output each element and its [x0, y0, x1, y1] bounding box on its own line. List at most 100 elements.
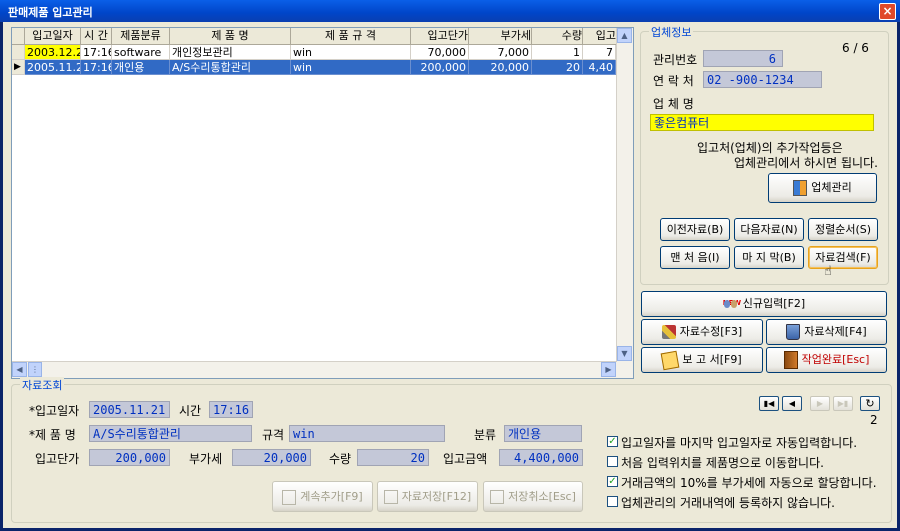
note-line-2: 업체관리에서 하시면 됩니다. — [734, 156, 878, 170]
edit-record-label: 자료수정[F3] — [679, 325, 743, 338]
first-record-button[interactable]: 맨 처 음(I) — [660, 246, 730, 269]
prev-record-icon[interactable]: ◀ — [782, 396, 802, 411]
detail-group-label: 자료조회 — [20, 377, 65, 393]
delete-record-label: 자료삭제[F4] — [804, 325, 867, 338]
cell-vat[interactable]: 7,000 — [469, 45, 532, 60]
cell-category[interactable]: software — [112, 45, 170, 60]
add-list-icon — [282, 489, 297, 505]
date-field[interactable]: 2005.11.21 — [89, 401, 170, 418]
record-counter: 6 / 6 — [842, 41, 869, 55]
cell-spec[interactable]: win — [291, 45, 411, 60]
amount-field[interactable]: 4,400,000 — [499, 449, 583, 466]
vendor-group-label: 업체정보 — [649, 24, 694, 40]
prev-record-button[interactable]: 이전자료(B) — [660, 218, 730, 241]
close-button[interactable]: × — [879, 3, 896, 20]
cell-category[interactable]: 개인용 — [112, 60, 170, 75]
cell-product[interactable]: A/S수리통합관리 — [170, 60, 291, 75]
vat-label: 부가세 — [189, 452, 223, 466]
vendor-manage-label: 업체관리 — [811, 181, 852, 194]
next-record-button[interactable]: 다음자료(N) — [734, 218, 804, 241]
scroll-left-icon[interactable]: ◀ — [12, 362, 27, 377]
next-record-icon[interactable]: ▶ — [810, 396, 830, 411]
continue-add-button[interactable]: 계속추가[F9] — [272, 481, 373, 512]
option-checkbox-3[interactable] — [607, 496, 618, 507]
spec-field[interactable]: win — [289, 425, 445, 442]
cell-price[interactable]: 200,000 — [411, 60, 469, 75]
col-header-amount[interactable]: 입고 — [583, 28, 617, 45]
vat-field[interactable]: 20,000 — [232, 449, 311, 466]
save-button[interactable]: 자료저장[F12] — [377, 481, 478, 512]
col-header-qty[interactable]: 수량 — [532, 28, 583, 45]
cell-time[interactable]: 17:16 — [81, 45, 112, 60]
cancel-save-button[interactable]: 저장취소[Esc] — [483, 481, 583, 512]
option-label-3[interactable]: 업체관리의 거래내역에 등록하지 않습니다. — [621, 494, 835, 511]
cell-time[interactable]: 17:16 — [81, 60, 112, 75]
delete-record-button[interactable]: 자료삭제[F4] — [766, 319, 887, 345]
search-record-button[interactable]: 자료검색(F) — [808, 246, 878, 269]
time-field[interactable]: 17:16 — [209, 401, 253, 418]
option-label-0[interactable]: 입고일자를 마지막 입고일자로 자동입력합니다. — [621, 434, 857, 451]
scroll-down-icon[interactable]: ▼ — [617, 346, 632, 361]
vendor-name-field[interactable]: 좋은컴퓨터 — [650, 114, 874, 131]
building-icon — [793, 180, 808, 196]
mgmt-no-label: 관리번호 — [653, 53, 698, 67]
col-header-date[interactable]: 입고일자 — [25, 28, 81, 45]
report-button[interactable]: 보 고 서[F9] — [641, 347, 763, 373]
class-field[interactable]: 개인용 — [504, 425, 582, 442]
hand-cursor-icon: ☝ — [824, 264, 832, 279]
option-label-1[interactable]: 처음 입력위치를 제품명으로 이동합니다. — [621, 454, 824, 471]
price-label: 입고단가 — [35, 452, 80, 466]
vendor-manage-button[interactable]: 업체관리 — [768, 173, 877, 203]
cell-date[interactable]: 2003.12.24 — [25, 45, 81, 60]
data-grid[interactable]: 입고일자 시 간 제품분류 제 품 명 제 품 규 격 입고단가 부가세 수량 … — [11, 27, 634, 379]
option-label-2[interactable]: 거래금액의 10%를 부가세에 자동으로 할당합니다. — [621, 474, 877, 491]
product-field[interactable]: A/S수리통합관리 — [89, 425, 252, 442]
time-label: 시간 — [179, 404, 202, 418]
contact-label: 연 락 처 — [653, 74, 694, 88]
edit-record-button[interactable]: 자료수정[F3] — [641, 319, 763, 345]
table-row-selected[interactable]: ▶ 2005.11.21 17:16 개인용 A/S수리통합관리 win 200… — [12, 60, 616, 75]
option-checkbox-1[interactable] — [607, 456, 618, 467]
option-checkbox-0[interactable]: ✓ — [607, 436, 618, 447]
col-header-spec[interactable]: 제 품 규 격 — [291, 28, 411, 45]
col-header-price[interactable]: 입고단가 — [411, 28, 469, 45]
spec-label: 규격 — [262, 428, 285, 442]
report-label: 보 고 서[F9] — [682, 353, 742, 366]
col-header-category[interactable]: 제품분류 — [112, 28, 170, 45]
title-bar[interactable]: 판매제품 입고관리 × — [0, 0, 900, 22]
cell-amount[interactable]: 4,40 — [583, 60, 616, 75]
horizontal-scrollbar[interactable]: ◀ ⋮ ▶ — [12, 361, 617, 378]
product-label: *제 품 명 — [29, 428, 76, 442]
table-row[interactable]: 2003.12.24 17:16 software 개인정보관리 win 70,… — [12, 45, 616, 60]
scroll-thumb[interactable]: ⋮ — [28, 362, 42, 377]
refresh-icon[interactable]: ↻ — [860, 396, 880, 411]
cell-vat[interactable]: 20,000 — [469, 60, 532, 75]
price-field[interactable]: 200,000 — [89, 449, 170, 466]
cell-product[interactable]: 개인정보관리 — [170, 45, 291, 60]
cell-price[interactable]: 70,000 — [411, 45, 469, 60]
scroll-up-icon[interactable]: ▲ — [617, 28, 632, 43]
option-checkbox-2[interactable]: ✓ — [607, 476, 618, 487]
first-record-icon[interactable]: ▮◀ — [759, 396, 779, 411]
cell-date[interactable]: 2005.11.21 — [25, 60, 81, 75]
vertical-scrollbar[interactable]: ▲ ▼ — [616, 28, 633, 378]
col-header-vat[interactable]: 부가세 — [469, 28, 532, 45]
row-indicator-header — [12, 28, 25, 45]
done-button[interactable]: 작업완료[Esc] — [766, 347, 887, 373]
scroll-right-icon[interactable]: ▶ — [601, 362, 616, 377]
qty-field[interactable]: 20 — [357, 449, 429, 466]
cell-amount[interactable]: 7 — [583, 45, 616, 60]
col-header-product[interactable]: 제 품 명 — [170, 28, 291, 45]
new-entry-button[interactable]: NEW 신규입력[F2] — [641, 291, 887, 317]
col-header-time[interactable]: 시 간 — [81, 28, 112, 45]
sort-order-button[interactable]: 정렬순서(S) — [808, 218, 878, 241]
cell-spec[interactable]: win — [291, 60, 411, 75]
last-record-button[interactable]: 마 지 막(B) — [734, 246, 804, 269]
mgmt-no-field[interactable]: 6 — [703, 50, 783, 67]
contact-field[interactable]: 02 -900-1234 — [703, 71, 822, 88]
window-title: 판매제품 입고관리 — [8, 6, 93, 19]
class-label: 분류 — [474, 428, 497, 442]
last-record-icon[interactable]: ▶▮ — [833, 396, 853, 411]
cell-qty[interactable]: 1 — [532, 45, 583, 60]
cell-qty[interactable]: 20 — [532, 60, 583, 75]
